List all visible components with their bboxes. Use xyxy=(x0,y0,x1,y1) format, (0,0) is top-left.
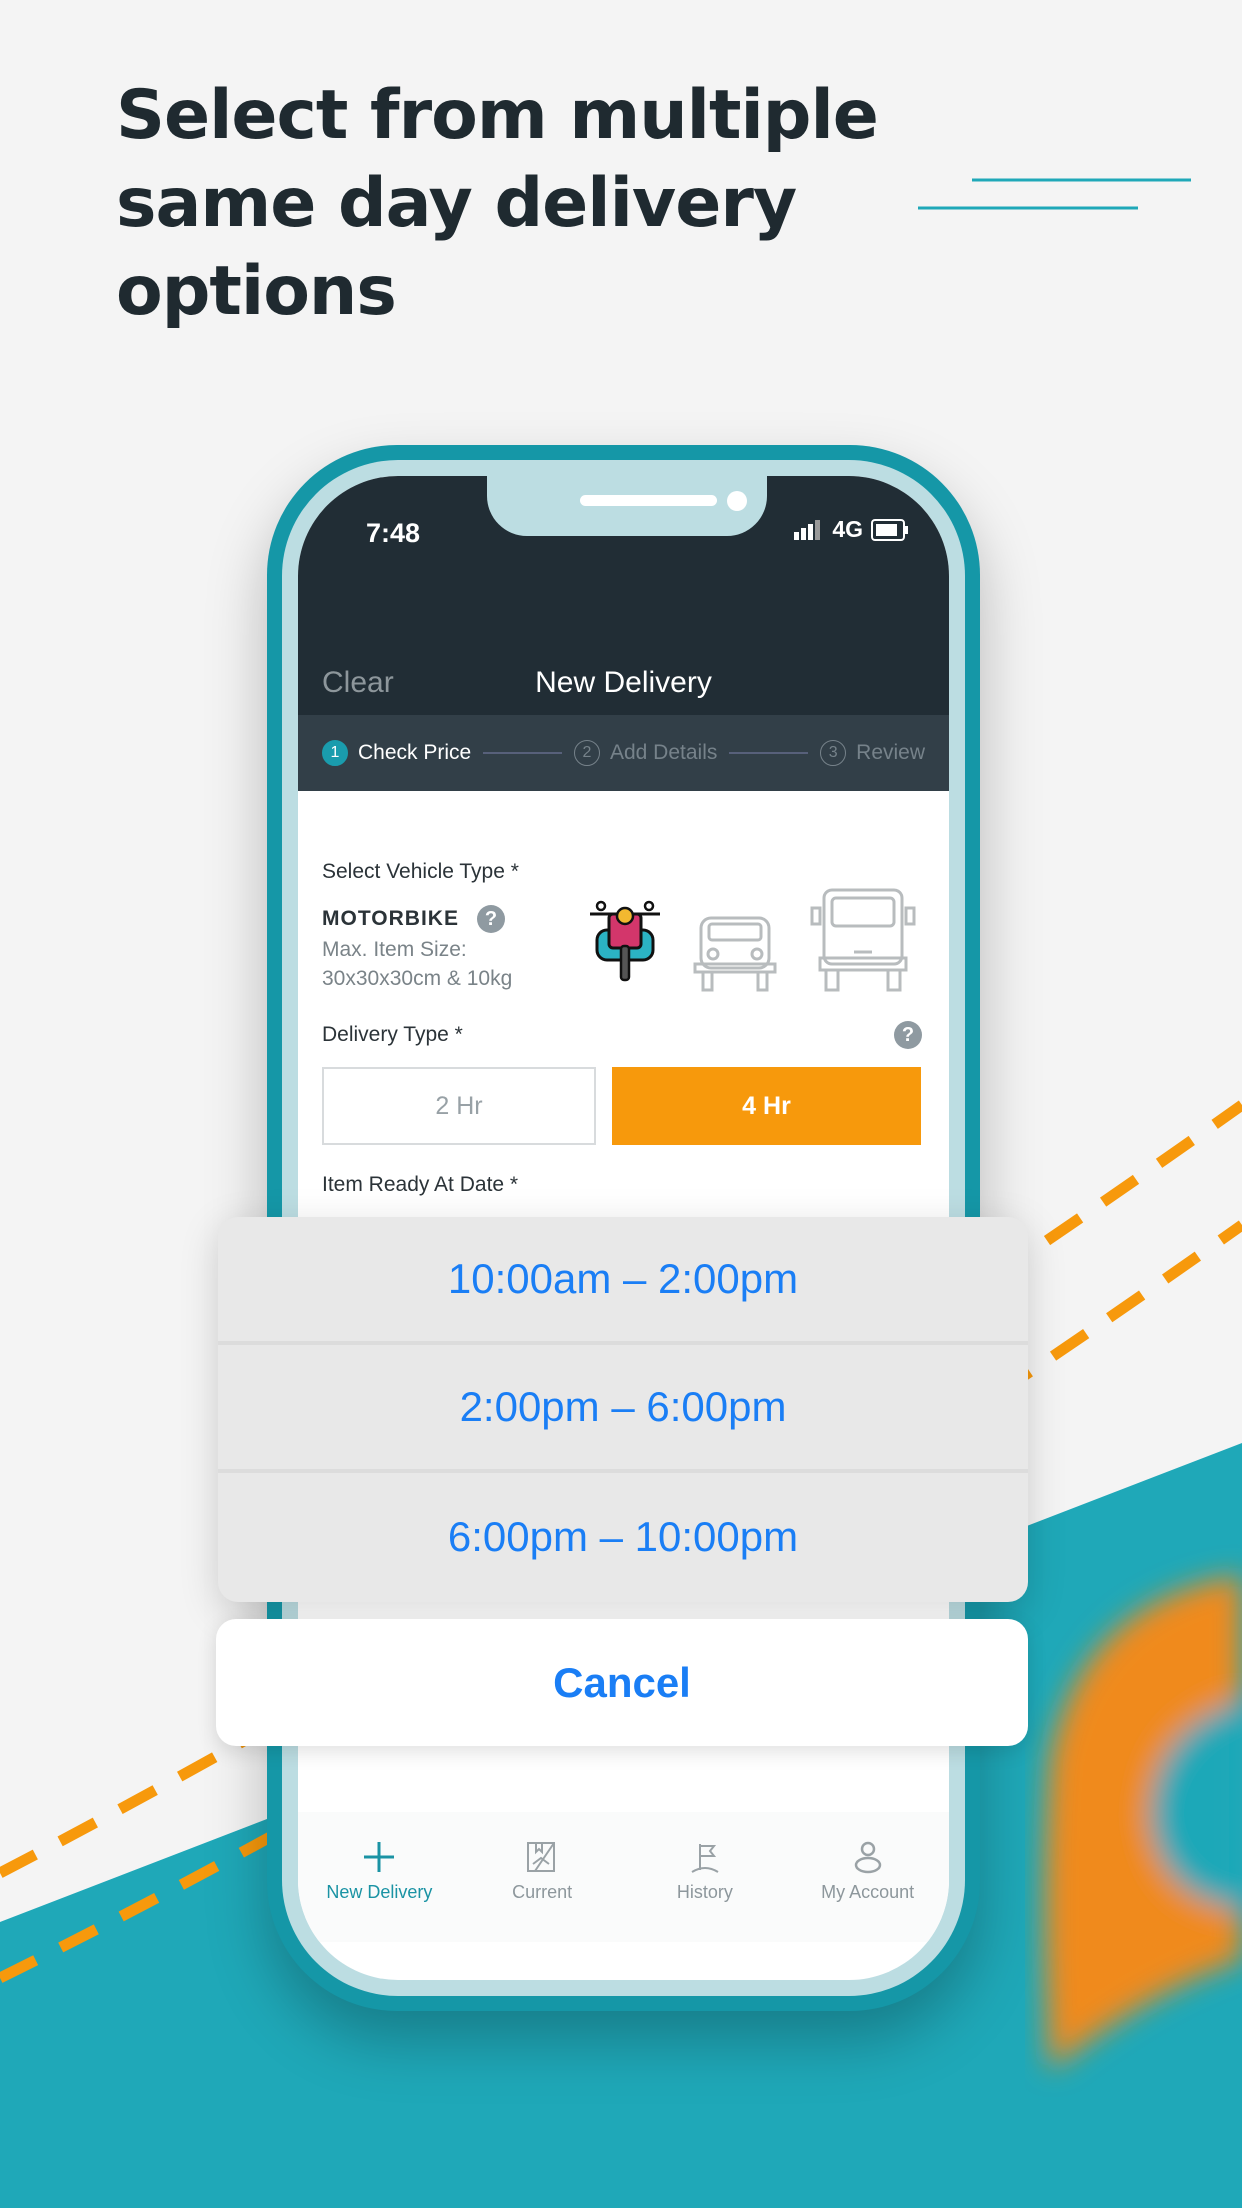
cancel-button[interactable]: Cancel xyxy=(216,1619,1028,1746)
network-label: 4G xyxy=(832,516,863,542)
step-label: Check Price xyxy=(358,741,472,764)
tab-history[interactable]: History xyxy=(624,1812,787,1942)
status-time: 7:48 xyxy=(366,518,421,548)
stepper: 1 Check Price 2 Add Details 3 Review xyxy=(298,715,949,791)
tab-label: History xyxy=(676,1882,733,1902)
tab-label: Current xyxy=(512,1882,573,1902)
delivery-2hr-button[interactable]: 2 Hr xyxy=(322,1067,596,1145)
step-label: Review xyxy=(856,741,926,764)
time-slot-action-sheet: 10:00am – 2:00pm 2:00pm – 6:00pm 6:00pm … xyxy=(218,1217,1028,1602)
vehicle-type-label: Select Vehicle Type * xyxy=(322,860,519,883)
headline-line: options xyxy=(116,252,397,331)
motorbike-icon[interactable] xyxy=(588,900,662,982)
tab-bar: New Delivery Current History My Account xyxy=(298,1812,949,1942)
notch xyxy=(487,476,767,536)
tab-label: New Delivery xyxy=(326,1882,433,1902)
tab-current[interactable]: Current xyxy=(461,1812,624,1942)
step-number: 2 xyxy=(573,740,600,766)
delivery-4hr-button[interactable]: 4 Hr xyxy=(612,1067,921,1145)
size-line: 30x30x30cm & 10kg xyxy=(322,967,513,990)
step-review: 3 Review xyxy=(820,740,925,766)
package-hand-icon xyxy=(527,1842,556,1872)
vehicle-name: MOTORBIKE xyxy=(322,907,459,930)
size-line: Max. Item Size: xyxy=(322,938,467,961)
tab-new-delivery[interactable]: New Delivery xyxy=(298,1812,461,1942)
car-icon[interactable] xyxy=(693,916,777,992)
ready-date-label: Item Ready At Date * xyxy=(322,1173,519,1196)
headline: Select from multiple same day delivery o… xyxy=(116,72,879,336)
page-title: New Delivery xyxy=(535,666,712,699)
speaker xyxy=(580,495,717,506)
tab-my-account[interactable]: My Account xyxy=(786,1812,949,1942)
time-slot-option[interactable]: 10:00am – 2:00pm xyxy=(218,1217,1028,1345)
user-icon xyxy=(854,1841,881,1874)
plus-icon xyxy=(364,1842,395,1872)
headline-line: same day delivery xyxy=(116,164,797,243)
step-check-price: 1 Check Price xyxy=(322,740,471,766)
time-slot-option[interactable]: 6:00pm – 10:00pm xyxy=(218,1473,1028,1601)
vehicle-name-row: MOTORBIKE ? xyxy=(322,905,505,933)
step-number: 3 xyxy=(820,740,847,766)
status-icons: 4G xyxy=(794,516,909,543)
flag-icon xyxy=(691,1844,719,1873)
help-icon[interactable]: ? xyxy=(476,905,505,933)
headline-line: Select from multiple xyxy=(116,76,879,155)
step-divider xyxy=(483,752,562,754)
signal-icon xyxy=(794,519,821,540)
time-slot-option[interactable]: 2:00pm – 6:00pm xyxy=(218,1345,1028,1473)
step-add-details: 2 Add Details xyxy=(573,740,718,766)
help-icon[interactable]: ? xyxy=(894,1021,922,1049)
tab-label: My Account xyxy=(821,1882,915,1902)
step-divider xyxy=(729,752,809,754)
step-label: Add Details xyxy=(609,741,718,764)
delivery-type-label: Delivery Type * xyxy=(322,1023,463,1046)
camera xyxy=(727,491,747,511)
battery-icon xyxy=(871,518,908,541)
step-number: 1 xyxy=(322,740,348,766)
van-icon[interactable] xyxy=(810,888,916,992)
